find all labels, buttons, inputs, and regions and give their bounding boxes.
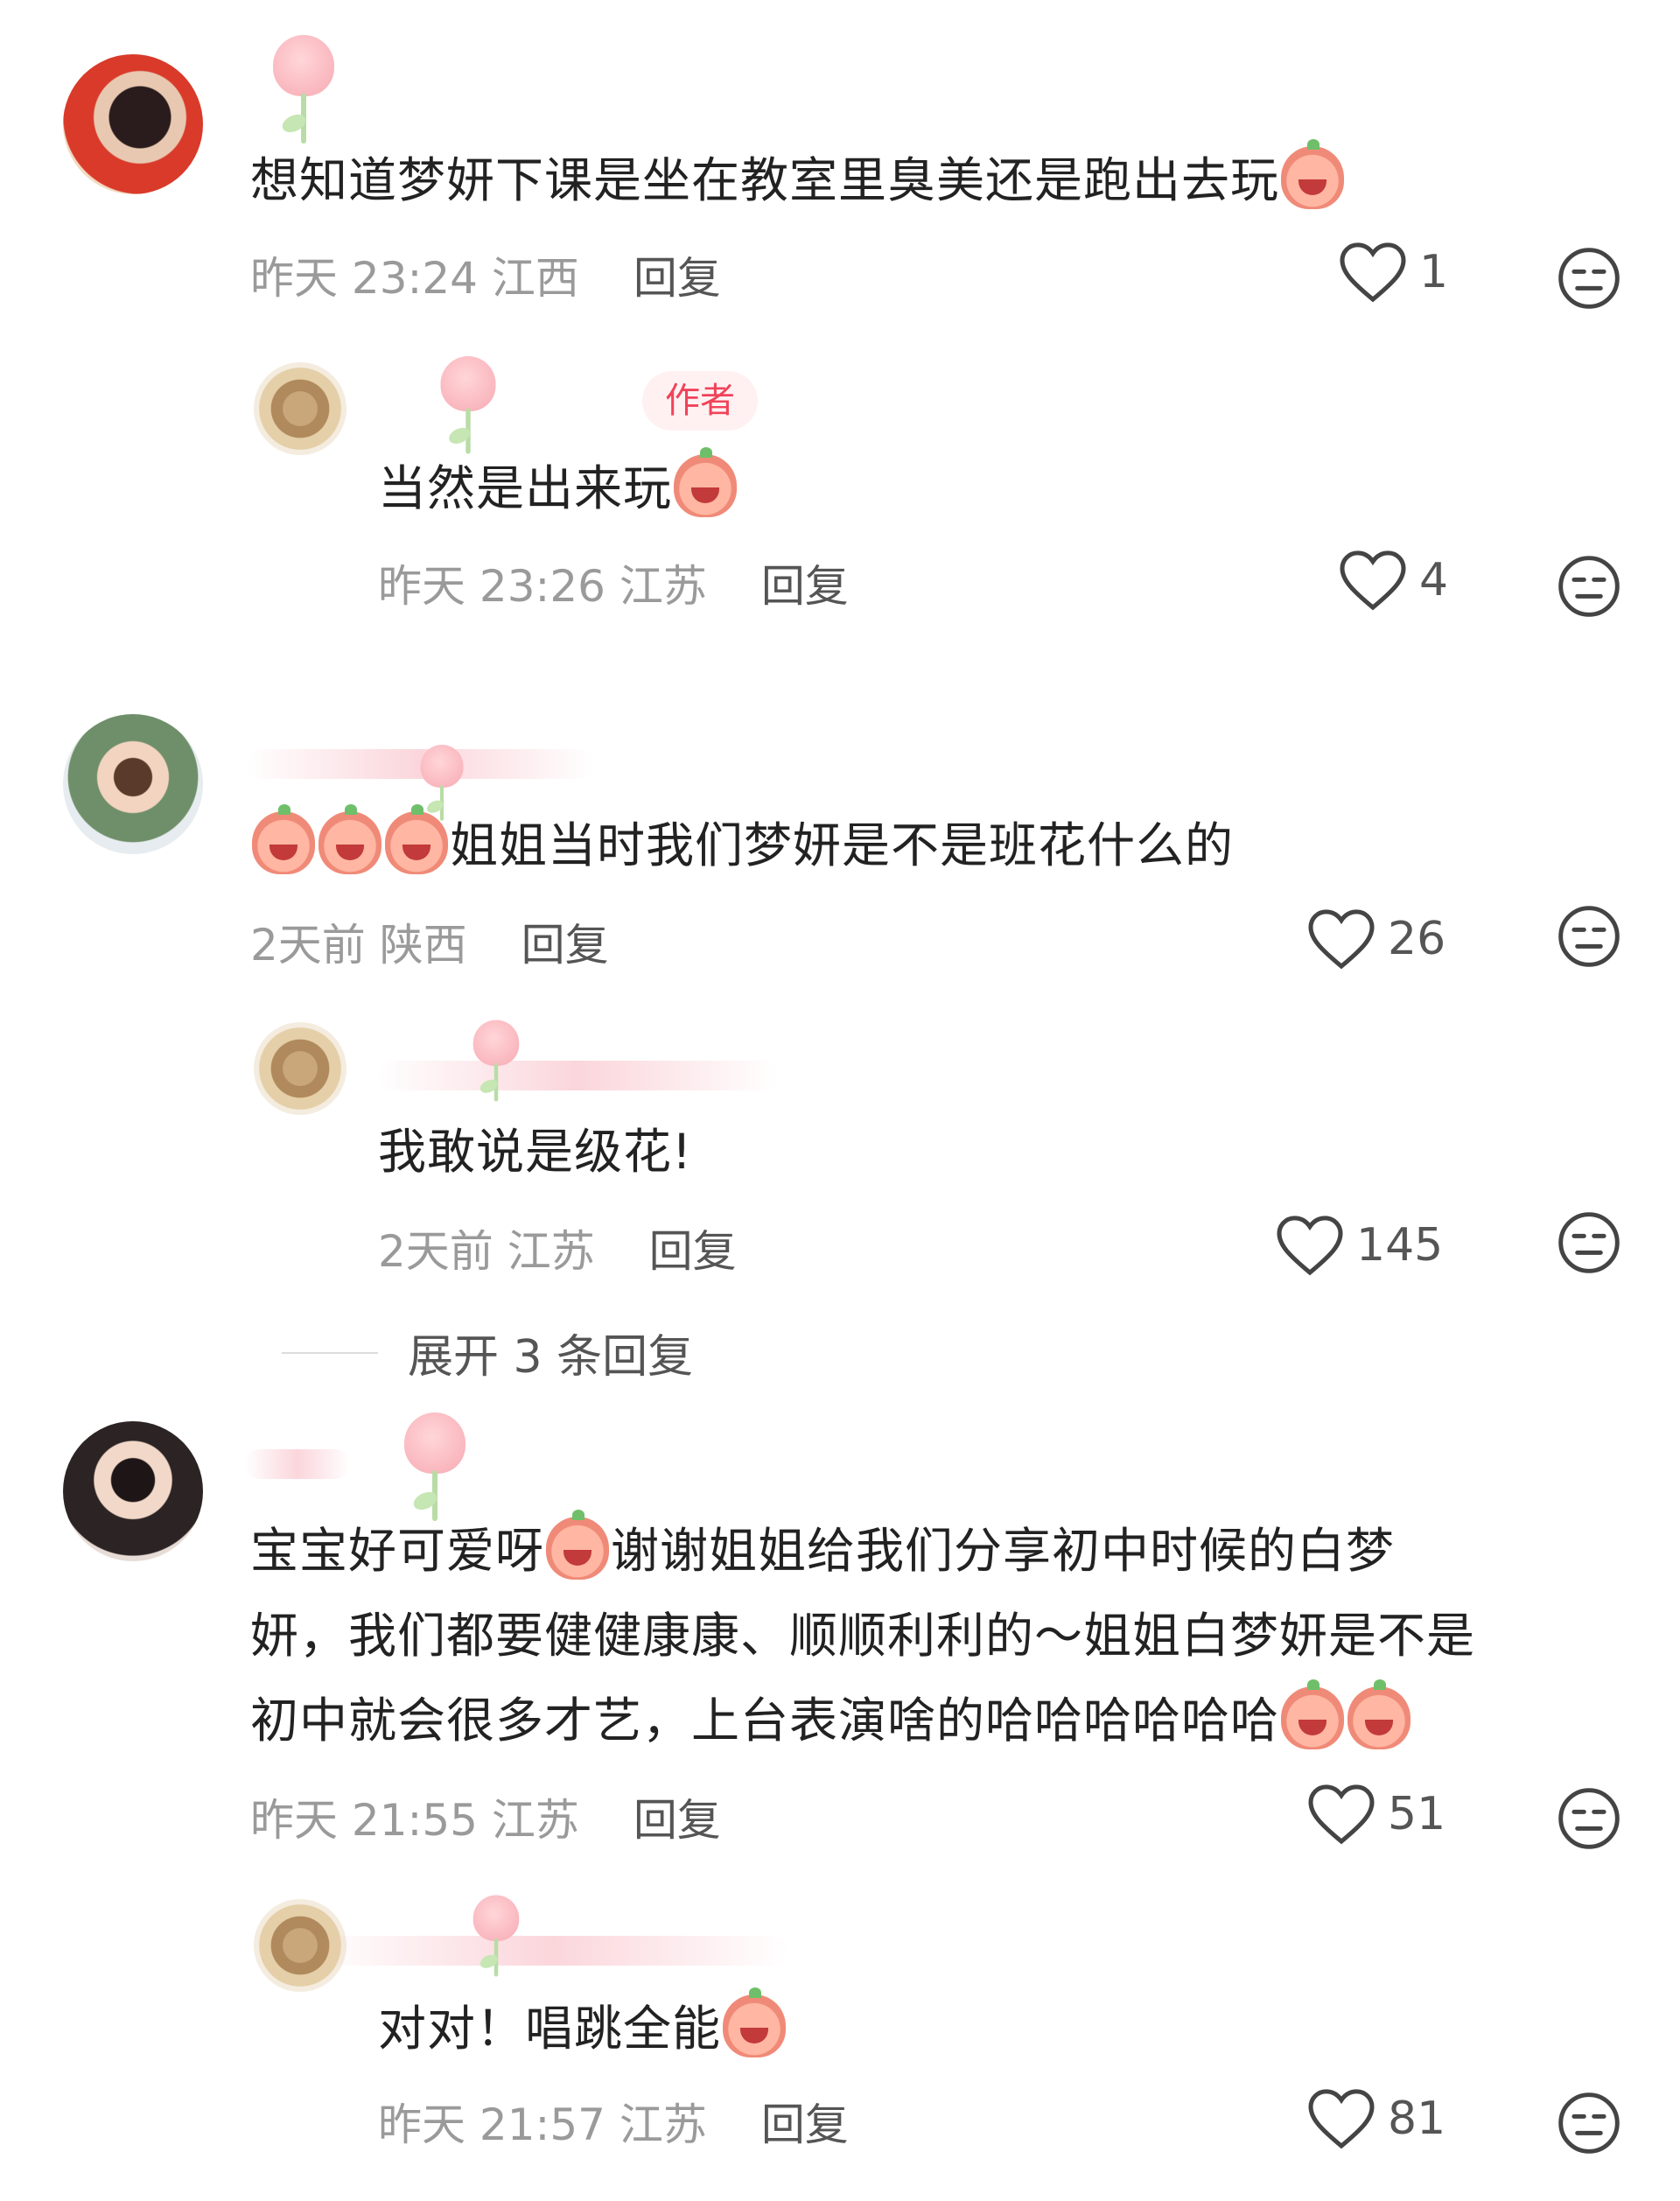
- comment-meta: 2天前 陕西 回复: [250, 910, 609, 973]
- reply-button[interactable]: 回复: [649, 1226, 737, 1277]
- timestamp: 昨天 23:24: [250, 253, 478, 304]
- reply-button[interactable]: 回复: [522, 920, 609, 971]
- location: 江苏: [619, 2099, 707, 2150]
- reply-button[interactable]: 回复: [634, 1795, 721, 1846]
- neutral-face-icon[interactable]: [1556, 1209, 1622, 1276]
- timestamp: 2天前: [250, 920, 366, 971]
- like-button[interactable]: 1: [1339, 242, 1448, 303]
- comment-text: 宝宝好可爱呀 谢谢姐姐给我们分享初中时候的白梦 妍，我们都要健健康康、顺顺利利的～…: [250, 1509, 1650, 1763]
- peach-face-icon: [1281, 139, 1345, 209]
- location: 江苏: [507, 1226, 595, 1277]
- reply-button[interactable]: 回复: [634, 253, 721, 304]
- like-count: 51: [1388, 1788, 1446, 1840]
- nickname-sticker: [472, 1020, 520, 1112]
- expand-replies-button[interactable]: 展开 3 条回复: [282, 1320, 693, 1385]
- location: 陕西: [379, 920, 467, 971]
- reply-meta: 2天前 江苏 回复: [378, 1216, 737, 1279]
- neutral-face-icon[interactable]: [1556, 553, 1622, 620]
- location: 江苏: [491, 1795, 579, 1846]
- peach-laugh-icon: [723, 1987, 787, 2057]
- like-button[interactable]: 81: [1307, 2088, 1446, 2149]
- reply-text: 当然是出来玩: [378, 446, 738, 531]
- avatar[interactable]: [63, 54, 203, 194]
- location: 江苏: [619, 561, 707, 612]
- heart-outline-icon: [1308, 1784, 1375, 1845]
- reply-meta: 昨天 21:57 江苏 回复: [378, 2090, 849, 2153]
- like-count: 145: [1356, 1219, 1444, 1272]
- heart-outline-icon: [1308, 2089, 1375, 2149]
- reply-avatar[interactable]: [254, 362, 346, 455]
- comment-meta: 昨天 23:24 江西 回复: [250, 243, 721, 306]
- like-count: 26: [1388, 913, 1446, 965]
- heart-outline-icon: [1308, 909, 1375, 970]
- reply-text: 我敢说是级花!: [378, 1124, 693, 1180]
- like-count: 81: [1388, 2092, 1446, 2145]
- nickname-sticker: [315, 1936, 788, 1966]
- timestamp: 2天前: [378, 1226, 494, 1277]
- reply-avatar[interactable]: [254, 1022, 346, 1115]
- avatar[interactable]: [63, 714, 203, 854]
- divider-line: [282, 1351, 378, 1354]
- expand-label: 展开 3 条回复: [408, 1331, 694, 1384]
- peach-face-icon: [252, 804, 315, 874]
- neutral-face-icon[interactable]: [1556, 1785, 1622, 1852]
- heart-outline-icon: [1340, 242, 1406, 303]
- like-count: 4: [1419, 554, 1449, 606]
- peach-face-icon: [385, 804, 448, 874]
- comment-text: 想知道梦妍下课是坐在教室里臭美还是跑出去玩: [250, 138, 1346, 223]
- neutral-face-icon[interactable]: [1556, 2090, 1622, 2156]
- reply-button[interactable]: 回复: [761, 2099, 849, 2150]
- location: 江西: [491, 253, 579, 304]
- nickname-sticker: [472, 1895, 520, 1987]
- peach-face-icon: [1348, 1679, 1411, 1749]
- peach-face-icon: [318, 804, 382, 874]
- nickname-sticker: [245, 1449, 350, 1479]
- reply-text: 对对！唱跳全能: [378, 1987, 788, 2071]
- peach-kiss-icon: [546, 1510, 610, 1580]
- author-badge: 作者: [642, 371, 758, 431]
- like-button[interactable]: 4: [1339, 550, 1448, 611]
- reply-button[interactable]: 回复: [761, 561, 849, 612]
- peach-face-icon: [1281, 1679, 1345, 1749]
- comment-text: 姐姐当时我们梦妍是不是班花什么的: [250, 803, 1234, 888]
- like-button[interactable]: 145: [1276, 1215, 1443, 1276]
- timestamp: 昨天 23:26: [378, 561, 606, 612]
- heart-outline-icon: [1277, 1216, 1343, 1276]
- avatar[interactable]: [63, 1421, 203, 1561]
- like-button[interactable]: 51: [1307, 1784, 1446, 1845]
- heart-outline-icon: [1340, 550, 1406, 611]
- neutral-face-icon[interactable]: [1556, 903, 1622, 970]
- nickname-sticker: [376, 1061, 779, 1090]
- timestamp: 昨天 21:55: [250, 1795, 478, 1846]
- neutral-face-icon[interactable]: [1556, 245, 1622, 312]
- peach-laugh-icon: [674, 447, 738, 517]
- timestamp: 昨天 21:57: [378, 2099, 606, 2150]
- like-count: 1: [1419, 246, 1449, 298]
- comment-meta: 昨天 21:55 江苏 回复: [250, 1785, 721, 1848]
- reply-meta: 昨天 23:26 江苏 回复: [378, 551, 849, 614]
- like-button[interactable]: 26: [1307, 908, 1446, 970]
